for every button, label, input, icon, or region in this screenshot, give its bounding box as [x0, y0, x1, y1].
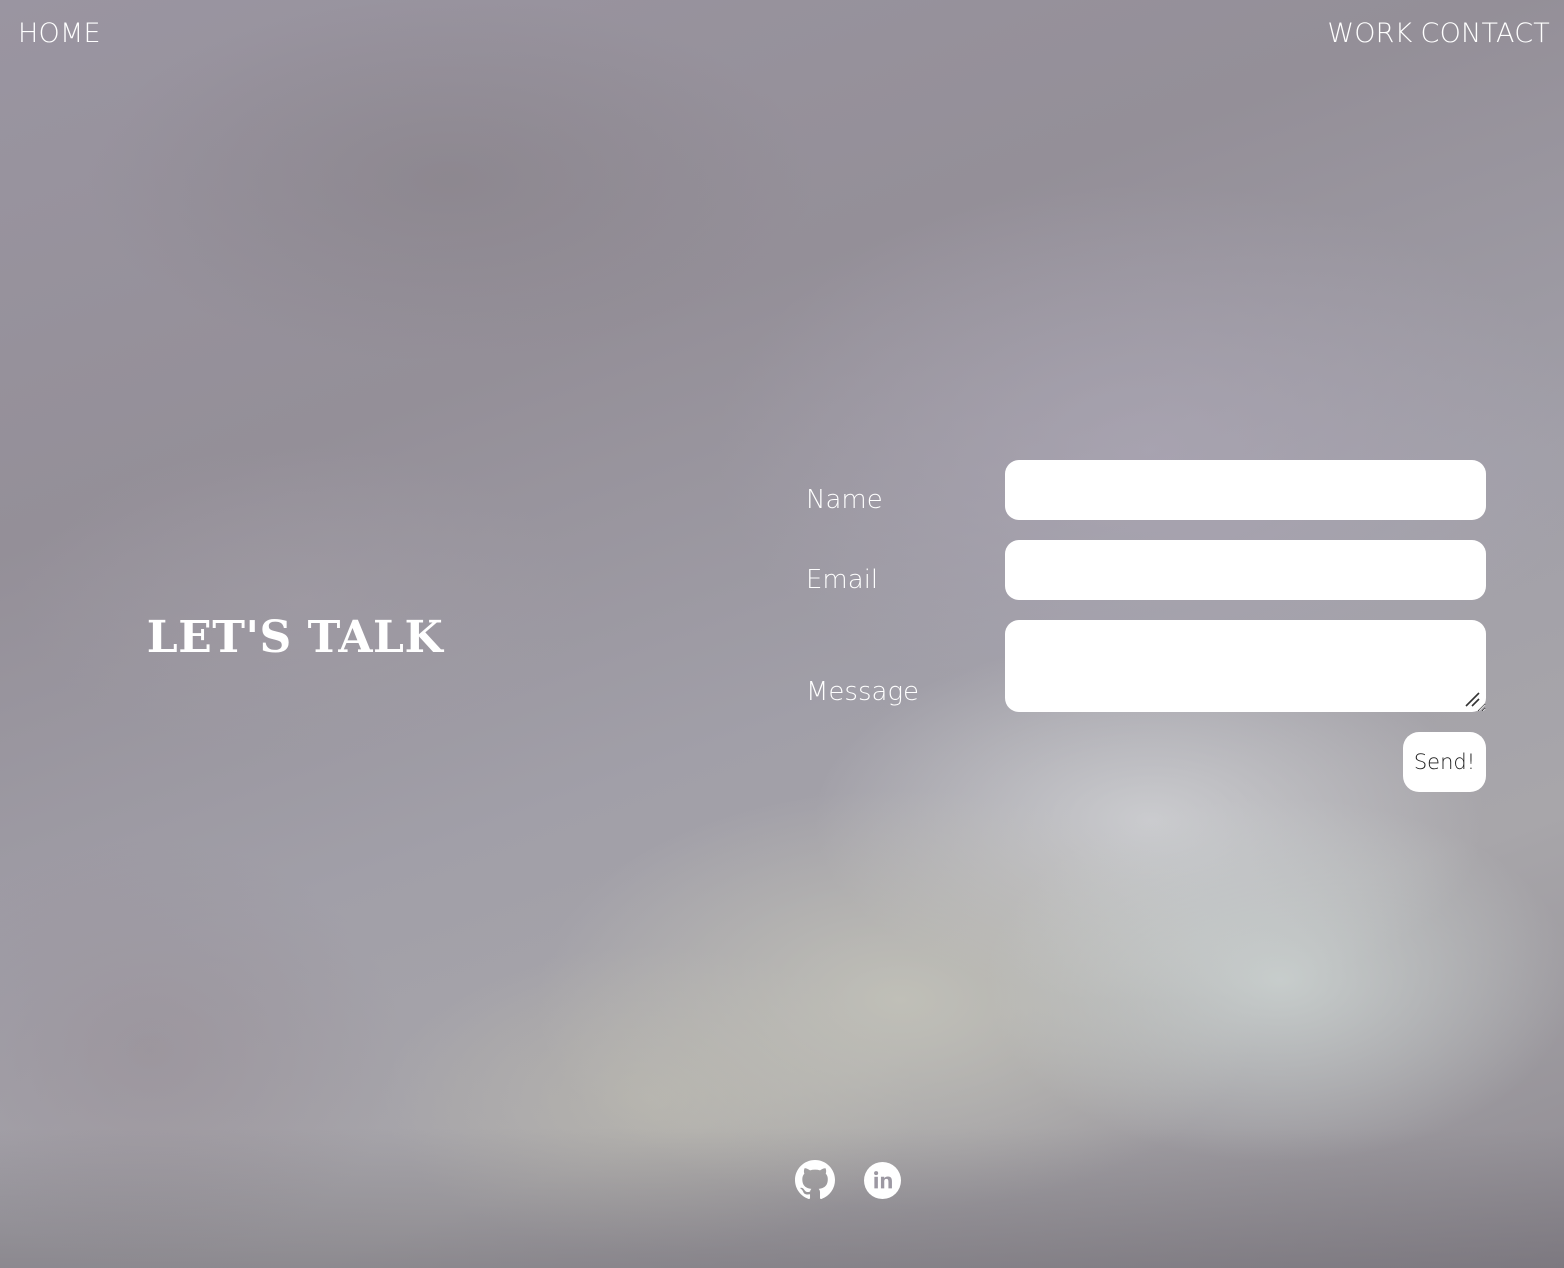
nav-work-link[interactable]: WORK	[1327, 16, 1412, 52]
email-field[interactable]	[1005, 540, 1486, 600]
email-label: Email	[806, 565, 879, 595]
github-icon	[795, 1160, 835, 1200]
linkedin-link[interactable]	[864, 1162, 901, 1199]
name-field[interactable]	[1005, 460, 1486, 520]
message-label: Message	[806, 677, 920, 707]
page-title: LET'S TALK	[146, 612, 444, 663]
nav-contact-link[interactable]: CONTACT	[1421, 16, 1550, 52]
background-shade	[0, 1128, 1564, 1268]
send-button[interactable]: Send!	[1403, 732, 1486, 792]
nav-right-group: WORK CONTACT	[1327, 16, 1550, 52]
message-field[interactable]	[1005, 620, 1486, 712]
name-label: Name	[806, 485, 883, 515]
nav-home-link[interactable]: HOME	[18, 16, 101, 52]
github-link[interactable]	[795, 1160, 835, 1200]
linkedin-icon	[864, 1162, 901, 1199]
